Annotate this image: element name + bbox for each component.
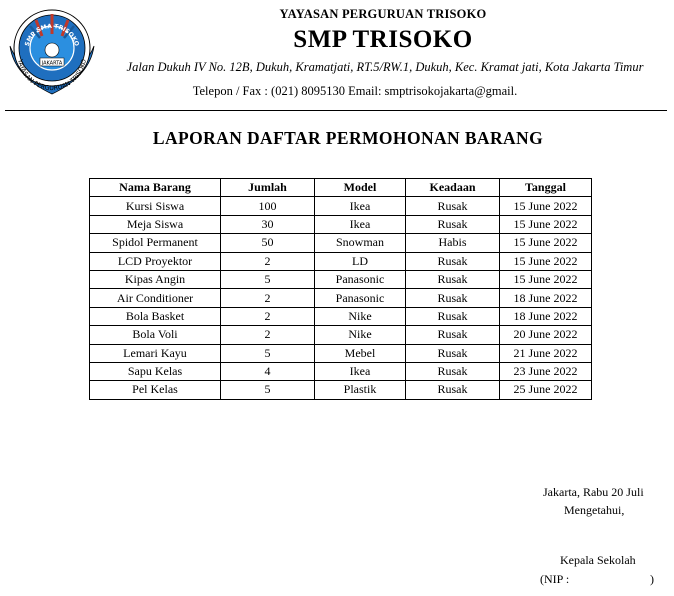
cell-condition: Habis [405, 233, 500, 253]
cell-date: 18 June 2022 [499, 288, 592, 308]
column-header-item-name: Nama Barang [89, 177, 221, 198]
table-row: Air Conditioner 2 Panasonic Rusak 18 Jun… [89, 288, 592, 308]
table-row: Sapu Kelas 4 Ikea Rusak 23 June 2022 [89, 361, 592, 382]
cell-quantity: 50 [220, 233, 315, 253]
cell-quantity: 2 [220, 251, 315, 271]
signature-acknowledged: Mengetahui, [564, 503, 625, 517]
cell-date: 15 June 2022 [499, 196, 592, 216]
cell-condition: Rusak [405, 288, 500, 308]
cell-model: Nike [314, 325, 406, 345]
table-row: Kipas Angin 5 Panasonic Rusak 15 June 20… [89, 269, 592, 290]
school-address: Jalan Dukuh IV No. 12B, Dukuh, Kramatjat… [126, 60, 644, 74]
cell-quantity: 2 [220, 325, 315, 345]
cell-model: Ikea [314, 214, 406, 235]
cell-model: Ikea [314, 361, 406, 382]
cell-quantity: 100 [220, 196, 315, 216]
cell-condition: Rusak [405, 343, 500, 363]
cell-model: Panasonic [314, 288, 406, 308]
report-title: LAPORAN DAFTAR PERMOHONAN BARANG [152, 128, 544, 148]
table-header-row: Nama Barang Jumlah Model Keadaan Tanggal [89, 177, 592, 198]
signature-place-date: Jakarta, Rabu 20 Juli [543, 485, 644, 499]
school-logo: SMP SMA TRISOKO JAKARTA YAYASAN PERGURUA… [6, 6, 98, 98]
table-row: Meja Siswa 30 Ikea Rusak 15 June 2022 [89, 214, 592, 235]
table-row: Bola Voli 2 Nike Rusak 20 June 2022 [89, 325, 592, 345]
cell-condition: Rusak [405, 214, 500, 235]
cell-model: Snowman [314, 233, 406, 253]
cell-item-name: Meja Siswa [89, 214, 221, 235]
cell-quantity: 5 [220, 343, 315, 363]
column-header-condition: Keadaan [405, 177, 500, 198]
cell-item-name: Bola Voli [89, 325, 221, 345]
cell-item-name: LCD Proyektor [89, 251, 221, 271]
cell-date: 18 June 2022 [499, 306, 592, 327]
cell-quantity: 30 [220, 214, 315, 235]
cell-date: 23 June 2022 [499, 361, 592, 382]
cell-model: Plastik [314, 380, 406, 400]
table-row: Bola Basket 2 Nike Rusak 18 June 2022 [89, 306, 592, 327]
cell-item-name: Kipas Angin [89, 269, 221, 290]
logo-center-text: JAKARTA [41, 61, 63, 67]
cell-date: 15 June 2022 [499, 269, 592, 290]
cell-item-name: Bola Basket [89, 306, 221, 327]
school-name: SMP TRISOKO [293, 26, 473, 53]
column-header-date: Tanggal [499, 177, 592, 198]
cell-quantity: 2 [220, 306, 315, 327]
table-row: Lemari Kayu 5 Mebel Rusak 21 June 2022 [89, 343, 592, 363]
cell-item-name: Spidol Permanent [89, 233, 221, 253]
cell-item-name: Kursi Siswa [89, 196, 221, 216]
signature-role: Kepala Sekolah [560, 553, 636, 567]
cell-date: 25 June 2022 [499, 380, 592, 400]
cell-item-name: Lemari Kayu [89, 343, 221, 363]
header-divider [5, 110, 667, 111]
cell-condition: Rusak [405, 325, 500, 345]
signature-nip-close: ) [650, 572, 654, 586]
cell-quantity: 5 [220, 380, 315, 400]
table-row: LCD Proyektor 2 LD Rusak 15 June 2022 [89, 251, 592, 271]
cell-condition: Rusak [405, 306, 500, 327]
cell-model: Mebel [314, 343, 406, 363]
cell-date: 15 June 2022 [499, 251, 592, 271]
cell-item-name: Sapu Kelas [89, 361, 221, 382]
cell-quantity: 4 [220, 361, 315, 382]
column-header-model: Model [314, 177, 406, 198]
cell-condition: Rusak [405, 251, 500, 271]
cell-condition: Rusak [405, 269, 500, 290]
cell-date: 15 June 2022 [499, 233, 592, 253]
cell-date: 15 June 2022 [499, 214, 592, 235]
column-header-quantity: Jumlah [220, 177, 315, 198]
cell-quantity: 2 [220, 288, 315, 308]
cell-quantity: 5 [220, 269, 315, 290]
cell-date: 21 June 2022 [499, 343, 592, 363]
signature-nip-label: (NIP : [540, 572, 570, 586]
table-row: Spidol Permanent 50 Snowman Habis 15 Jun… [89, 233, 592, 253]
foundation-name: YAYASAN PERGURUAN TRISOKO [279, 7, 487, 21]
cell-model: LD [314, 251, 406, 271]
cell-date: 20 June 2022 [499, 325, 592, 345]
item-request-table: Nama Barang Jumlah Model Keadaan Tanggal… [89, 177, 592, 400]
school-contact: Telepon / Fax : (021) 8095130 Email: smp… [192, 84, 518, 98]
cell-condition: Rusak [405, 380, 500, 400]
cell-condition: Rusak [405, 196, 500, 216]
cell-item-name: Air Conditioner [89, 288, 221, 308]
cell-model: Nike [314, 306, 406, 327]
cell-item-name: Pel Kelas [89, 380, 221, 400]
cell-model: Panasonic [314, 269, 406, 290]
cell-condition: Rusak [405, 361, 500, 382]
cell-model: Ikea [314, 196, 406, 216]
table-row: Pel Kelas 5 Plastik Rusak 25 June 2022 [89, 380, 592, 400]
table-row: Kursi Siswa 100 Ikea Rusak 15 June 2022 [89, 196, 592, 216]
